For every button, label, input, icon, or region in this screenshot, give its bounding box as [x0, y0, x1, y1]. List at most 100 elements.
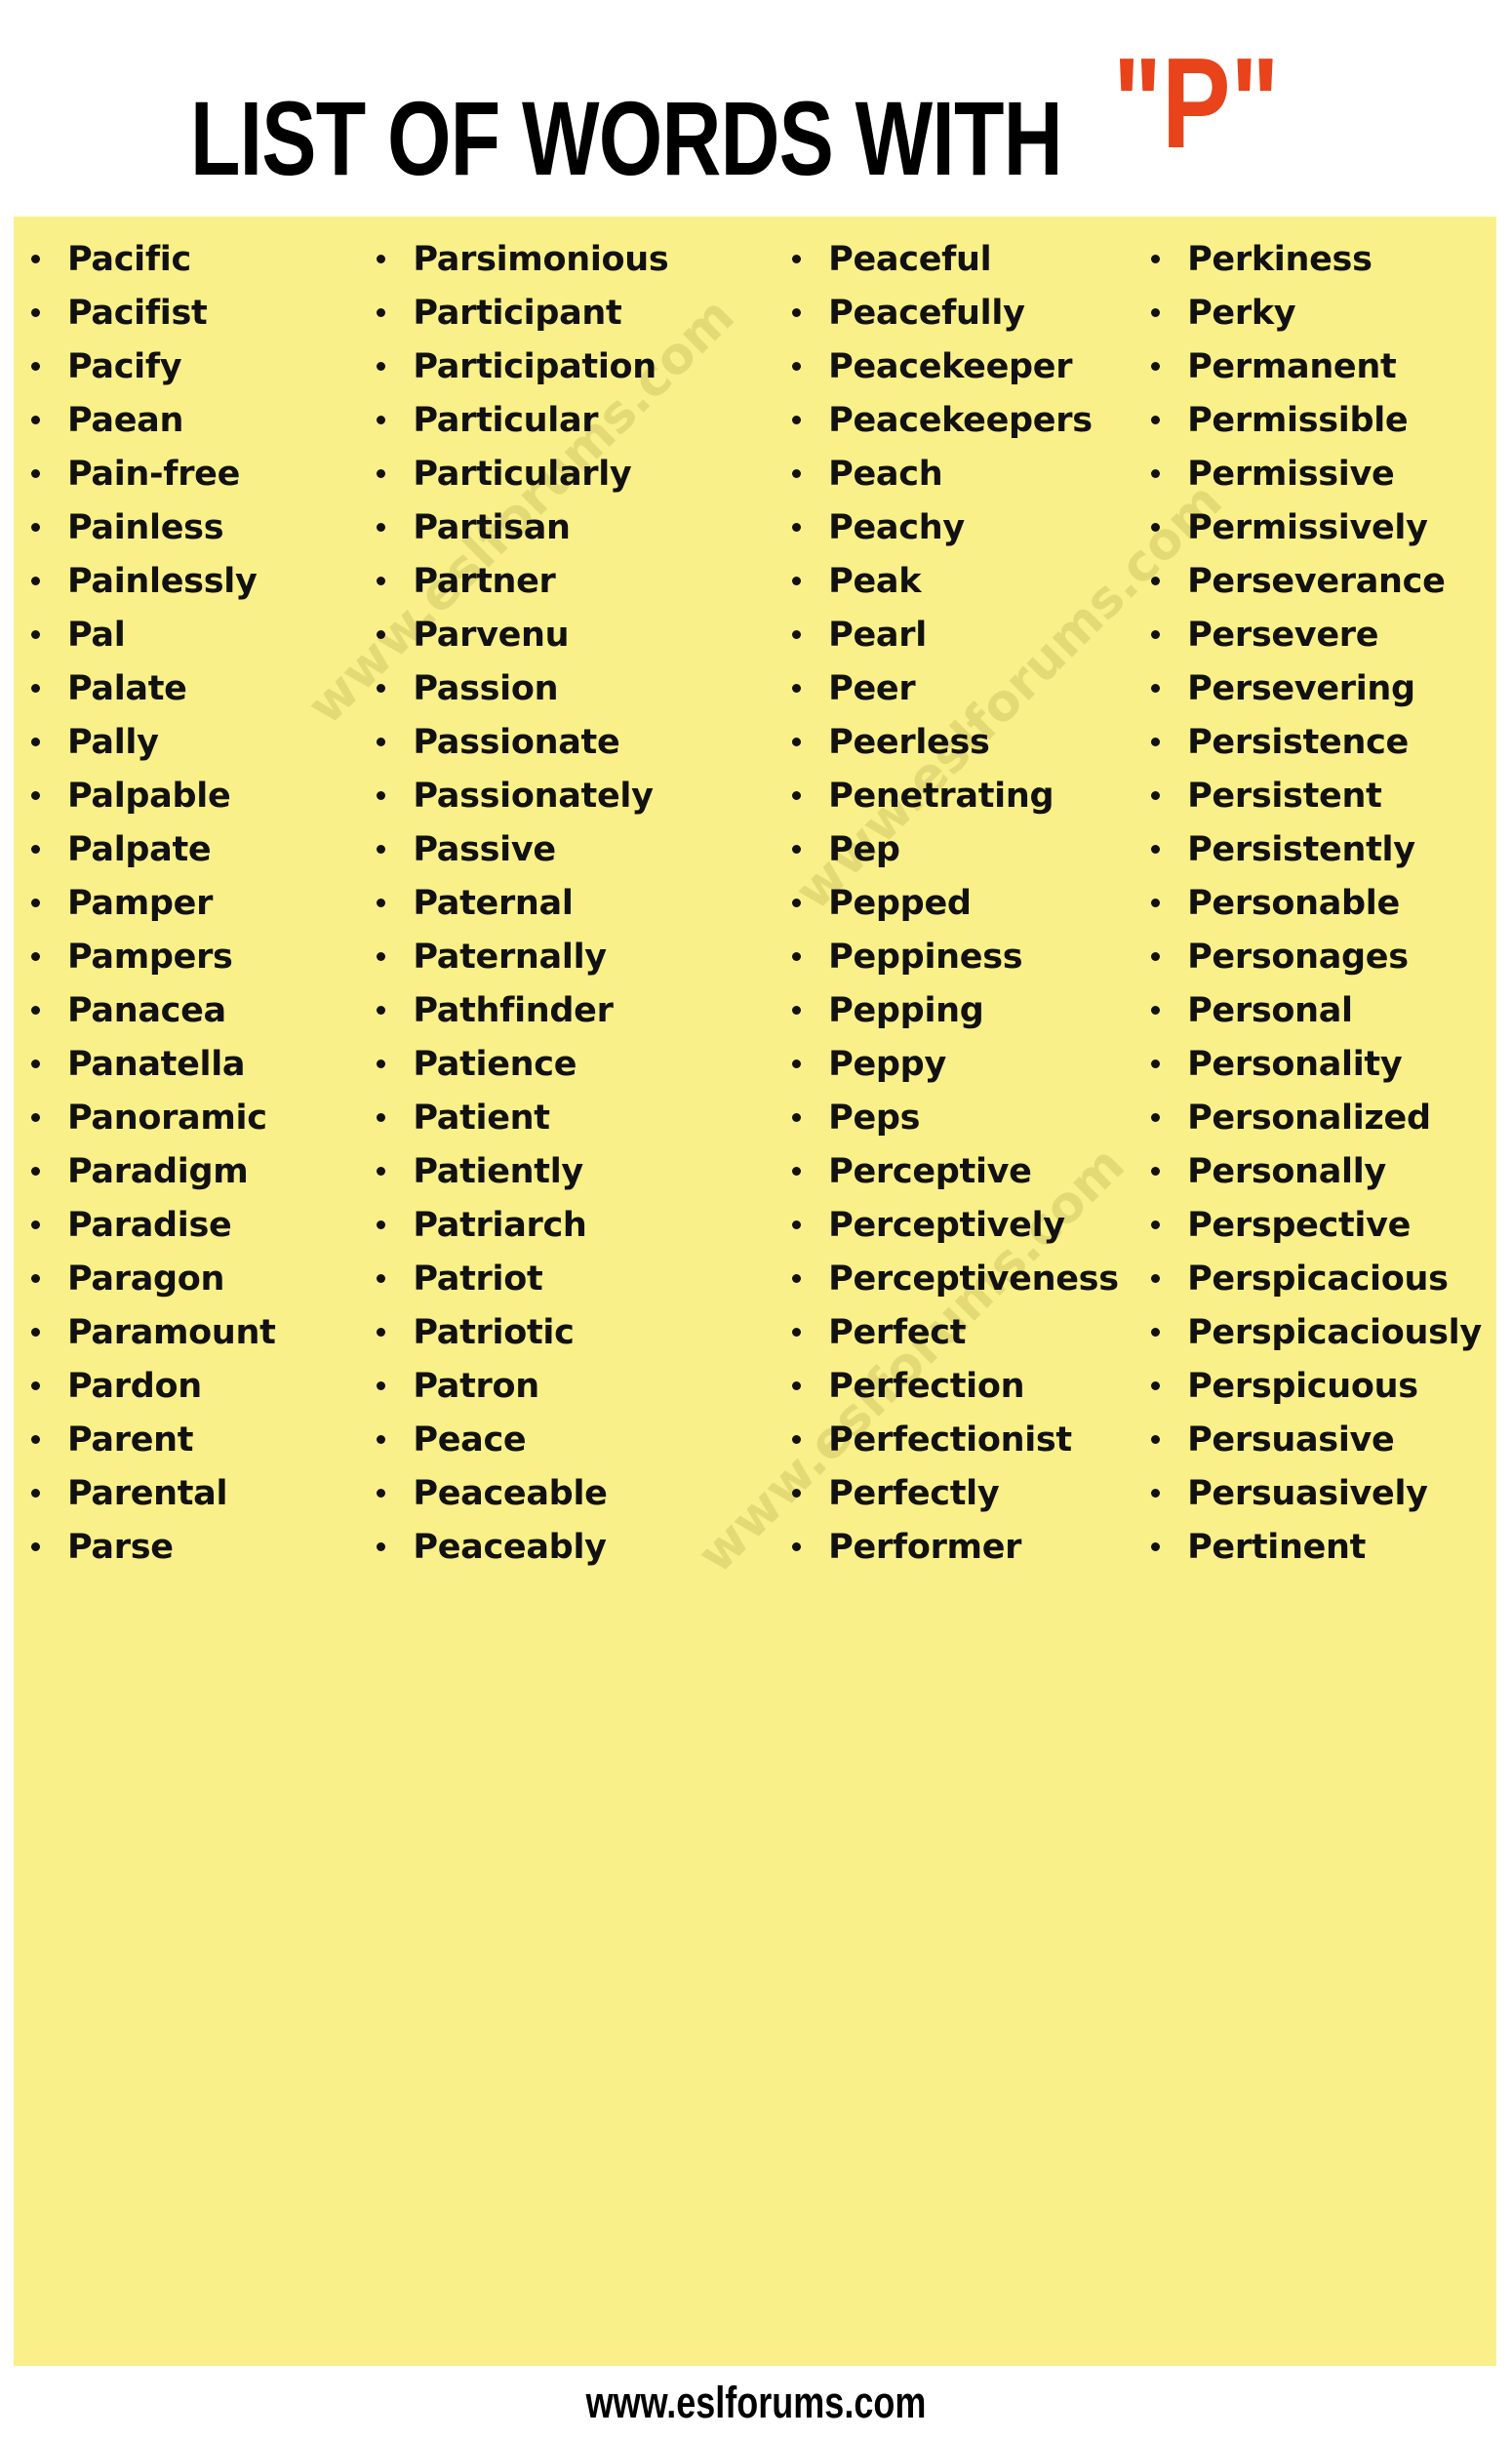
word-label: Perceptively: [828, 1205, 1065, 1245]
bullet-icon: [31, 684, 40, 693]
bullet-icon: [1151, 469, 1161, 478]
bullet-icon: [377, 1220, 386, 1229]
bullet-icon: [377, 630, 386, 639]
bullet-icon: [31, 899, 40, 907]
word-list-item: Persistence: [1151, 715, 1496, 769]
word-label: Paradigm: [67, 1151, 249, 1191]
word-label: Perceptiveness: [828, 1259, 1119, 1299]
word-label: Parse: [67, 1527, 174, 1567]
word-list-item: Peacefully: [792, 286, 1137, 340]
word-list-item: Parent: [31, 1413, 367, 1466]
word-list-item: Pacific: [31, 232, 367, 286]
word-label: Patriarch: [413, 1205, 587, 1245]
word-list-item: Paradise: [31, 1198, 367, 1252]
word-label: Pacific: [67, 239, 191, 279]
word-list-item: Patiently: [377, 1144, 769, 1198]
word-label: Pamper: [67, 883, 214, 923]
word-columns: Pacific Pacifist Pacify Paean Pain-free Painl…: [14, 217, 1496, 2366]
bullet-icon: [792, 416, 802, 424]
bullet-icon: [31, 308, 40, 317]
word-label: Patiently: [413, 1151, 583, 1191]
word-list-item: Perky: [1151, 286, 1496, 340]
word-label: Pearl: [828, 615, 927, 655]
word-label: Perfection: [828, 1366, 1025, 1406]
word-label: Patriotic: [413, 1312, 575, 1352]
word-label: Pathfinder: [413, 990, 614, 1030]
word-label: Patience: [413, 1044, 577, 1084]
bullet-icon: [377, 1381, 386, 1390]
word-list-item: Passive: [377, 822, 769, 876]
bullet-icon: [1151, 362, 1161, 371]
word-label: Partisan: [413, 507, 571, 547]
word-label: Paternal: [413, 883, 574, 923]
bullet-icon: [377, 308, 386, 317]
word-label: Paradise: [67, 1205, 232, 1245]
bullet-icon: [31, 630, 40, 639]
word-list-item: Peacekeeper: [792, 340, 1137, 393]
word-label: Parsimonious: [413, 239, 669, 279]
word-list-item: Partisan: [377, 500, 769, 554]
word-label: Passive: [413, 829, 556, 869]
word-label: Pertinent: [1187, 1527, 1367, 1567]
word-label: Paternally: [413, 937, 607, 977]
word-label: Painlessly: [67, 561, 258, 601]
word-list-item: Palate: [31, 661, 367, 715]
word-label: Permanent: [1187, 346, 1397, 386]
word-list-item: Patriotic: [377, 1305, 769, 1359]
bullet-icon: [1151, 1328, 1161, 1337]
word-list-item: Perseverance: [1151, 554, 1496, 608]
word-label: Permissible: [1187, 400, 1409, 440]
word-column-3: Peaceful Peacefully Peacekeeper Peacekeeper…: [769, 232, 1137, 2366]
word-list-item: Perfect: [792, 1305, 1137, 1359]
word-list-item: Parsimonious: [377, 232, 769, 286]
word-list-item: Perkiness: [1151, 232, 1496, 286]
word-list-item: Panoramic: [31, 1091, 367, 1144]
word-list-item: Peach: [792, 447, 1137, 500]
word-column-2: Parsimonious Participant Participation Part…: [367, 232, 769, 2366]
word-list-item: Pain-free: [31, 447, 367, 500]
bullet-icon: [1151, 1220, 1161, 1229]
word-list-item: Partner: [377, 554, 769, 608]
word-list-item: Pacify: [31, 340, 367, 393]
bullet-icon: [377, 469, 386, 478]
word-list-item: Pardon: [31, 1359, 367, 1413]
word-list-item: Peer: [792, 661, 1137, 715]
word-label: Passionately: [413, 776, 654, 816]
word-list-item: Persevering: [1151, 661, 1496, 715]
word-label: Personally: [1187, 1151, 1386, 1191]
word-list-item: Paternal: [377, 876, 769, 930]
word-label: Pain-free: [67, 454, 241, 494]
word-list-item: Personality: [1151, 1037, 1496, 1091]
bullet-icon: [31, 1167, 40, 1176]
bullet-icon: [792, 738, 802, 746]
bullet-icon: [1151, 1006, 1161, 1015]
word-label: Paragon: [67, 1259, 225, 1299]
word-list-item: Perspective: [1151, 1198, 1496, 1252]
word-list-item: Persevere: [1151, 608, 1496, 661]
word-label: Persistently: [1187, 829, 1415, 869]
word-list-item: Perfection: [792, 1359, 1137, 1413]
word-label: Particular: [413, 400, 599, 440]
word-label: Penetrating: [828, 776, 1054, 816]
word-label: Personages: [1187, 937, 1409, 977]
bullet-icon: [792, 1274, 802, 1283]
word-label: Perspicuous: [1187, 1366, 1418, 1406]
word-label: Perfectionist: [828, 1419, 1072, 1459]
word-label: Palate: [67, 668, 187, 708]
word-label: Peace: [413, 1419, 527, 1459]
word-label: Personality: [1187, 1044, 1403, 1084]
word-list-item: Peaceful: [792, 232, 1137, 286]
bullet-icon: [792, 1381, 802, 1390]
word-label: Pepped: [828, 883, 972, 923]
word-label: Perkiness: [1187, 239, 1373, 279]
word-list-item: Peak: [792, 554, 1137, 608]
word-list-item: Palpate: [31, 822, 367, 876]
bullet-icon: [1151, 416, 1161, 424]
bullet-icon: [792, 362, 802, 371]
bullet-icon: [792, 1328, 802, 1337]
word-list-item: Patriot: [377, 1252, 769, 1305]
bullet-icon: [377, 1167, 386, 1176]
word-label: Personable: [1187, 883, 1400, 923]
word-list-item: Pep: [792, 822, 1137, 876]
bullet-icon: [1151, 1435, 1161, 1444]
